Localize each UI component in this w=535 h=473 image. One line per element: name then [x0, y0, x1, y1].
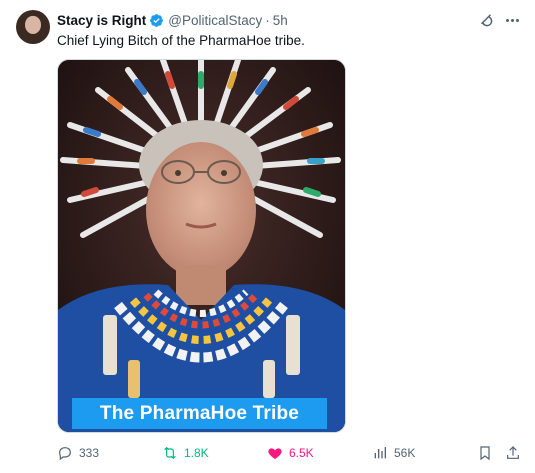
reply-count: 333 — [79, 446, 100, 460]
tweet-text: Chief Lying Bitch of the PharmaHoe tribe… — [57, 33, 305, 48]
avatar[interactable] — [16, 10, 50, 44]
verified-icon — [149, 13, 164, 28]
like-count: 6.5K — [289, 446, 314, 460]
bookmark-button[interactable] — [477, 443, 499, 463]
action-bar: 333 1.8K 6.5K 56K — [57, 443, 523, 463]
share-icon — [507, 446, 519, 459]
views-count: 56K — [394, 446, 416, 460]
reply-icon — [59, 447, 71, 461]
tweet-media[interactable]: The PharmaHoe Tribe — [57, 59, 346, 433]
timestamp[interactable]: 5h — [273, 13, 288, 28]
repost-button[interactable]: 1.8K — [162, 443, 209, 463]
tweet[interactable]: Stacy is Right @PoliticalStacy · 5h Chie… — [0, 0, 535, 473]
handle[interactable]: @PoliticalStacy — [168, 13, 262, 28]
reply-button[interactable]: 333 — [57, 443, 99, 463]
grok-icon[interactable] — [477, 11, 495, 29]
repost-icon — [164, 446, 176, 460]
share-button[interactable] — [505, 443, 527, 463]
media-image — [58, 60, 345, 432]
bookmark-icon — [480, 446, 490, 461]
media-caption: The PharmaHoe Tribe — [72, 398, 327, 429]
views-icon — [374, 447, 386, 459]
display-name[interactable]: Stacy is Right — [57, 13, 146, 28]
tweet-header: Stacy is Right @PoliticalStacy · 5h — [57, 11, 523, 29]
repost-count: 1.8K — [184, 446, 209, 460]
more-icon[interactable] — [503, 11, 521, 29]
separator-dot: · — [265, 12, 270, 28]
like-icon — [268, 448, 282, 459]
views-button[interactable]: 56K — [372, 443, 415, 463]
like-button[interactable]: 6.5K — [267, 443, 314, 463]
